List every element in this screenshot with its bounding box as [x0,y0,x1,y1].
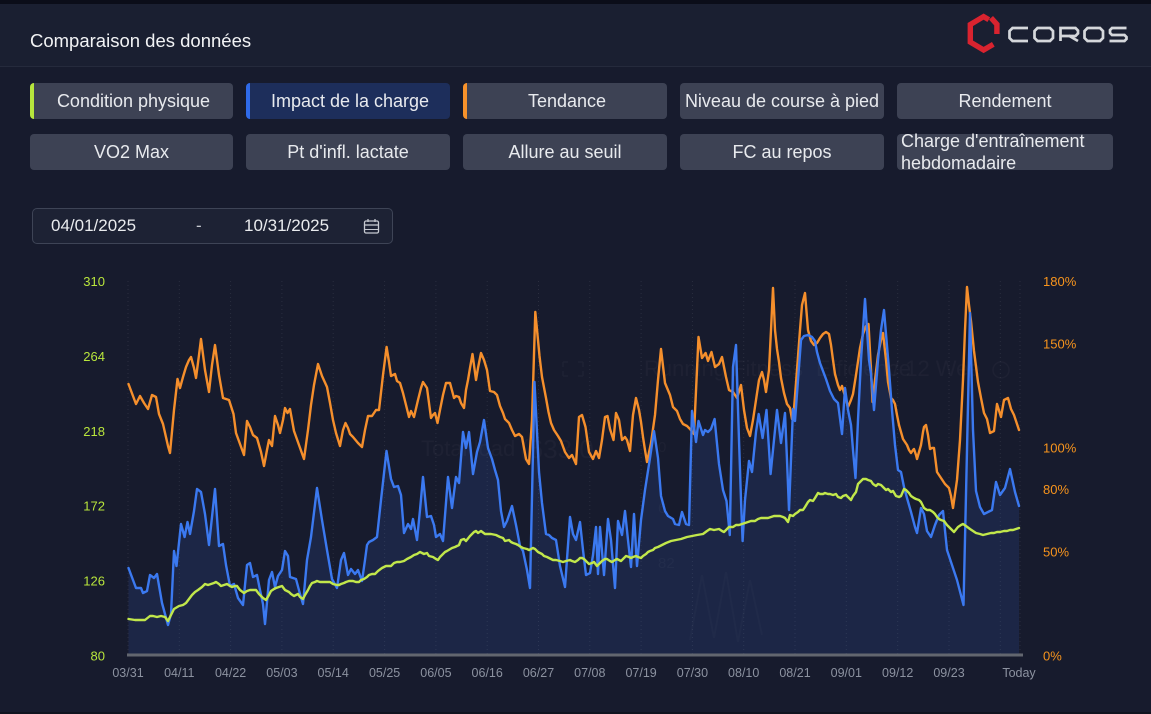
svg-text:218: 218 [83,424,105,439]
svg-text:09/12: 09/12 [882,666,913,680]
svg-text:08/21: 08/21 [779,666,810,680]
svg-text:08/10: 08/10 [728,666,759,680]
svg-text:05/03: 05/03 [266,666,297,680]
svg-text:82: 82 [658,555,675,572]
svg-text:100%: 100% [1043,440,1077,455]
svg-text:172: 172 [83,499,105,514]
svg-text:07/08: 07/08 [574,666,605,680]
svg-text:264: 264 [83,349,105,364]
svg-text:310: 310 [83,274,105,289]
svg-text:0: 0 [658,439,666,456]
svg-text:126: 126 [83,574,105,589]
svg-text:04/11: 04/11 [164,666,194,680]
svg-text:180%: 180% [1043,274,1077,289]
svg-text:80: 80 [91,648,105,663]
svg-text:07/19: 07/19 [625,666,656,680]
svg-text:06/05: 06/05 [420,666,451,680]
svg-text:06/16: 06/16 [472,666,503,680]
svg-text:Today: Today [1002,666,1036,680]
svg-text:04/22: 04/22 [215,666,246,680]
svg-text:0%: 0% [1043,648,1062,663]
svg-text:05/14: 05/14 [318,666,349,680]
svg-text:05/25: 05/25 [369,666,400,680]
svg-text:50%: 50% [1043,545,1069,560]
svg-text:150%: 150% [1043,336,1077,351]
svg-text:03/31: 03/31 [112,666,143,680]
svg-text:07/30: 07/30 [677,666,708,680]
svg-text:09/23: 09/23 [933,666,964,680]
svg-text:06/27: 06/27 [523,666,554,680]
svg-text:80%: 80% [1043,482,1069,497]
svg-text:09/01: 09/01 [831,666,862,680]
